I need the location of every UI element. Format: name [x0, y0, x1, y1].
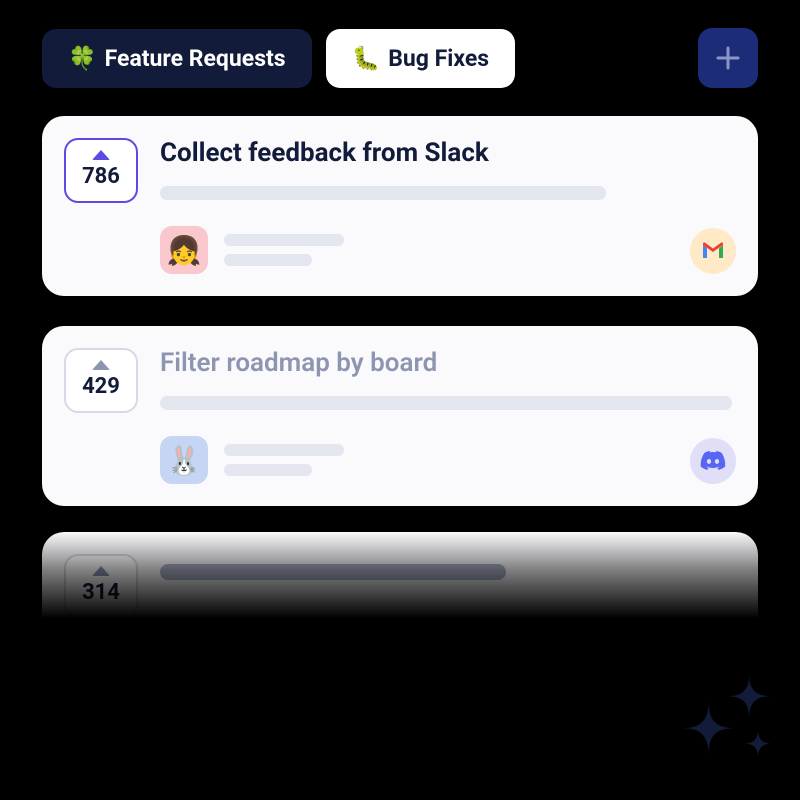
card-body	[160, 554, 736, 606]
title-placeholder	[160, 564, 506, 580]
discord-icon	[700, 451, 726, 471]
upvote-button[interactable]: 429	[64, 348, 138, 413]
caret-up-icon	[92, 150, 110, 160]
caterpillar-icon: 🐛	[352, 47, 381, 70]
tab-feature-requests[interactable]: 🍀 Feature Requests	[42, 29, 312, 88]
vote-count: 314	[82, 580, 120, 605]
clover-icon: 🍀	[68, 47, 97, 70]
feedback-card[interactable]: 429 Filter roadmap by board 🐰	[42, 326, 758, 506]
avatar-emoji-icon: 👧	[167, 234, 202, 267]
card-meta: 👧	[160, 226, 732, 274]
add-board-button[interactable]	[698, 28, 758, 88]
cards-list: 786 Collect feedback from Slack 👧	[0, 88, 800, 628]
tab-bar: 🍀 Feature Requests 🐛 Bug Fixes	[0, 0, 800, 88]
card-title: Collect feedback from Slack	[160, 138, 732, 168]
caret-up-icon	[92, 360, 110, 370]
vote-count: 429	[82, 374, 120, 399]
avatar-emoji-icon: 🐰	[167, 444, 202, 477]
text-placeholder	[224, 254, 312, 266]
card-body: Filter roadmap by board 🐰	[160, 348, 732, 484]
tab-bug-fixes[interactable]: 🐛 Bug Fixes	[326, 29, 515, 88]
upvote-button[interactable]: 786	[64, 138, 138, 203]
tab-label: Feature Requests	[105, 45, 286, 72]
author-placeholder	[224, 444, 344, 476]
avatar: 👧	[160, 226, 208, 274]
text-placeholder	[224, 444, 344, 456]
card-meta: 🐰	[160, 436, 732, 484]
source-badge-discord	[690, 438, 736, 484]
sparkle-icon	[670, 650, 780, 760]
card-body: Collect feedback from Slack 👧	[160, 138, 732, 274]
sparkle-decoration	[670, 650, 780, 760]
avatar: 🐰	[160, 436, 208, 484]
feedback-card-partial[interactable]: 314	[42, 532, 758, 628]
gmail-icon	[701, 242, 725, 260]
caret-up-icon	[92, 566, 110, 576]
card-title: Filter roadmap by board	[160, 348, 732, 378]
tab-label: Bug Fixes	[388, 45, 489, 72]
upvote-button[interactable]: 314	[64, 554, 138, 619]
text-placeholder	[224, 464, 312, 476]
text-placeholder	[224, 234, 344, 246]
vote-count: 786	[82, 164, 120, 189]
plus-icon	[715, 45, 741, 71]
author-placeholder	[224, 234, 344, 266]
feedback-card[interactable]: 786 Collect feedback from Slack 👧	[42, 116, 758, 296]
description-placeholder	[160, 186, 606, 200]
description-placeholder	[160, 396, 732, 410]
source-badge-gmail	[690, 228, 736, 274]
